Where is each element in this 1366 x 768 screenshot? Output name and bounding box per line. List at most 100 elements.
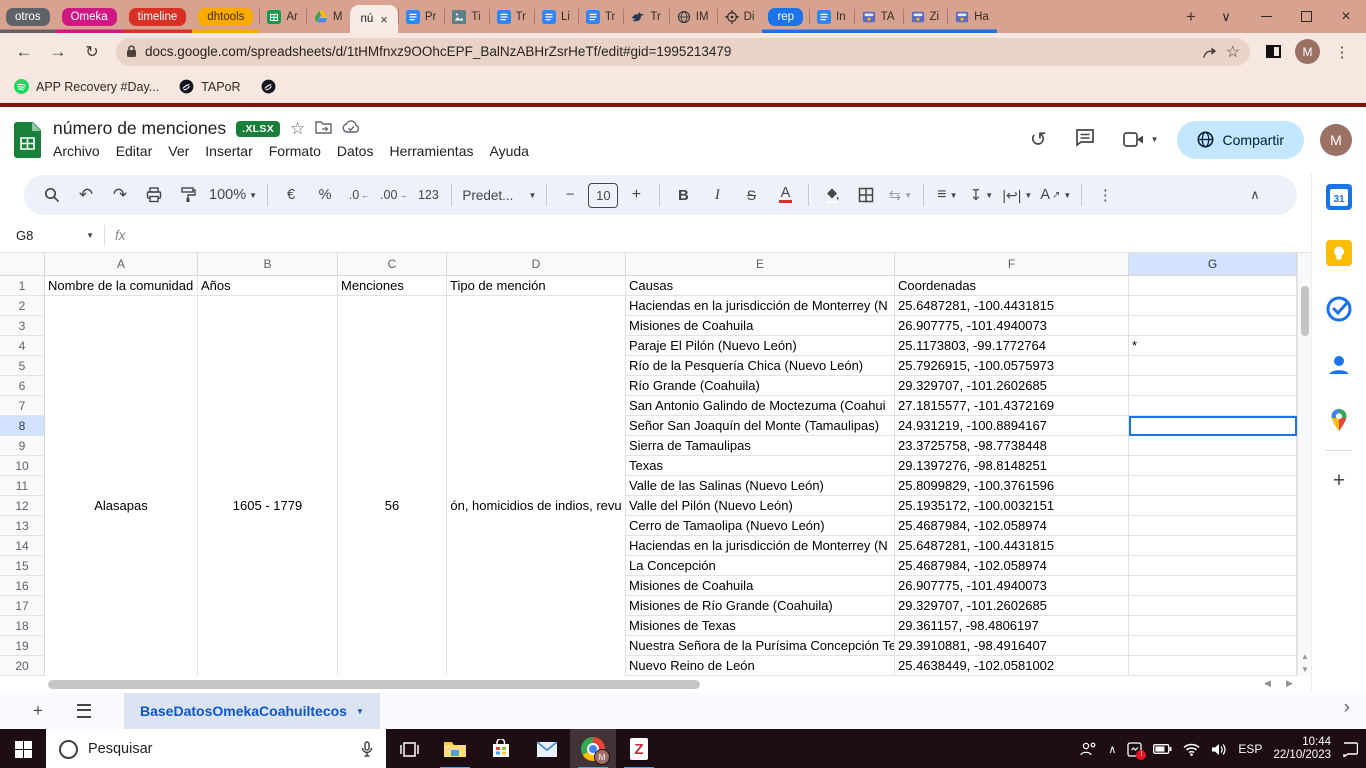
battery-icon[interactable] (1153, 744, 1172, 754)
browser-tab-16[interactable]: In (809, 0, 854, 33)
browser-tab-19[interactable]: Ha (947, 0, 997, 33)
cell-G7[interactable] (1129, 396, 1297, 416)
close-button[interactable]: × (1326, 0, 1366, 33)
cell-E2[interactable]: Haciendas en la jurisdicción de Monterre… (626, 296, 895, 316)
menu-formato[interactable]: Formato (261, 141, 329, 161)
tray-notification-icon[interactable]: ! (1127, 741, 1147, 760)
file-explorer-icon[interactable] (432, 729, 478, 768)
row-header-6[interactable]: 6 (0, 376, 45, 396)
vertical-scrollbar-thumb[interactable] (1301, 286, 1309, 336)
merged-cell-B[interactable]: 1605 - 1779 (198, 296, 338, 676)
horizontal-align-button[interactable]: ≡ ▼ (931, 181, 963, 209)
new-tab-button[interactable]: + (1176, 0, 1206, 33)
redo-icon[interactable]: ↷ (104, 181, 136, 209)
cell-F20[interactable]: 25.4638449, -102.0581002 (895, 656, 1129, 676)
reload-icon[interactable]: ↻ (76, 37, 108, 67)
fill-color-button[interactable] (816, 181, 848, 209)
merged-cell-C[interactable]: 56 (338, 296, 447, 676)
bookmark-item[interactable]: TAPoR (179, 79, 241, 94)
bookmark-star-icon[interactable]: ☆ (1226, 42, 1240, 62)
browser-tab-13[interactable]: IM (668, 0, 717, 33)
browser-tab-14[interactable]: Di (716, 0, 763, 33)
scroll-up-icon[interactable]: ▲ (1298, 650, 1312, 663)
cell-G11[interactable] (1129, 476, 1297, 496)
cell-G19[interactable] (1129, 636, 1297, 656)
document-title[interactable]: número de menciones (53, 118, 226, 139)
mic-icon[interactable] (361, 740, 373, 758)
collapse-toolbar-icon[interactable]: ∧ (1239, 181, 1271, 209)
keep-icon[interactable] (1326, 240, 1352, 266)
col-header-B[interactable]: B (198, 253, 338, 276)
history-icon[interactable]: ↺ (1030, 127, 1047, 152)
cell-A1[interactable]: Nombre de la comunidad (45, 276, 198, 296)
row-header-20[interactable]: 20 (0, 656, 45, 676)
name-box[interactable]: G8 ▼ (0, 228, 94, 243)
cell-G3[interactable] (1129, 316, 1297, 336)
tab-group-chip-dhtools[interactable]: dhtools (198, 7, 254, 26)
volume-icon[interactable] (1211, 743, 1227, 756)
undo-icon[interactable]: ↶ (70, 181, 102, 209)
tasks-icon[interactable] (1326, 296, 1352, 322)
cell-E16[interactable]: Misiones de Coahuila (626, 576, 895, 596)
font-size-input[interactable]: 10 (588, 182, 619, 208)
tab-group-chip-timeline[interactable]: timeline (128, 7, 187, 26)
cell-F5[interactable]: 25.7926915, -100.0575973 (895, 356, 1129, 376)
cell-G12[interactable] (1129, 496, 1297, 516)
scroll-left-icon[interactable]: ◀ (1264, 678, 1271, 689)
chrome-icon[interactable]: M (570, 729, 616, 768)
cell-G18[interactable] (1129, 616, 1297, 636)
row-header-11[interactable]: 11 (0, 476, 45, 496)
cell-E14[interactable]: Haciendas en la jurisdicción de Monterre… (626, 536, 895, 556)
more-options-icon[interactable]: ⋮ (1089, 181, 1121, 209)
calendar-icon[interactable]: 31 (1326, 184, 1352, 210)
row-header-18[interactable]: 18 (0, 616, 45, 636)
grid-canvas[interactable]: A B C D E F G 1 Nombre de la comunidad A… (0, 253, 1311, 676)
menu-ver[interactable]: Ver (160, 141, 197, 161)
all-sheets-icon[interactable] (72, 704, 96, 718)
row-header-15[interactable]: 15 (0, 556, 45, 576)
row-header-19[interactable]: 19 (0, 636, 45, 656)
tab-search-icon[interactable]: ∨ (1206, 0, 1246, 33)
video-call-icon[interactable]: ▼ (1122, 132, 1159, 147)
contacts-icon[interactable] (1326, 352, 1352, 378)
share-button[interactable]: Compartir (1176, 120, 1304, 159)
cell-F3[interactable]: 26.907775, -101.4940073 (895, 316, 1129, 336)
col-header-G[interactable]: G (1129, 253, 1297, 276)
cell-E5[interactable]: Río de la Pesquería Chica (Nuevo León) (626, 356, 895, 376)
cell-G10[interactable] (1129, 456, 1297, 476)
cell-G9[interactable] (1129, 436, 1297, 456)
increase-font-button[interactable]: + (620, 181, 652, 209)
star-icon[interactable]: ☆ (290, 119, 305, 139)
col-header-F[interactable]: F (895, 253, 1129, 276)
start-button[interactable] (0, 729, 46, 768)
cell-F10[interactable]: 29.1397276, -98.8148251 (895, 456, 1129, 476)
cell-F12[interactable]: 25.1935172, -100.0032151 (895, 496, 1129, 516)
browser-tab-11[interactable]: Tr (577, 0, 623, 33)
tab-group-chip-otros[interactable]: otros (6, 7, 50, 26)
cell-F7[interactable]: 27.1815577, -101.4372169 (895, 396, 1129, 416)
menu-archivo[interactable]: Archivo (45, 141, 108, 161)
row-header-5[interactable]: 5 (0, 356, 45, 376)
cell-F9[interactable]: 23.3725758, -98.7738448 (895, 436, 1129, 456)
cell-G17[interactable] (1129, 596, 1297, 616)
maps-icon[interactable] (1327, 408, 1351, 432)
cell-E4[interactable]: Paraje El Pilón (Nuevo León) (626, 336, 895, 356)
cell-F16[interactable]: 26.907775, -101.4940073 (895, 576, 1129, 596)
browser-tab-8[interactable]: Ti (444, 0, 488, 33)
row-header-10[interactable]: 10 (0, 456, 45, 476)
row-header-16[interactable]: 16 (0, 576, 45, 596)
cell-E20[interactable]: Nuevo Reino de León (626, 656, 895, 676)
text-wrap-button[interactable]: |↩| ▼ (999, 181, 1035, 209)
browser-tab-18[interactable]: Zi (902, 0, 948, 33)
share-icon[interactable] (1202, 45, 1218, 59)
vertical-align-button[interactable]: ↧ ▼ (965, 181, 997, 209)
taskbar-search-input[interactable]: Pesquisar (46, 729, 386, 768)
text-rotation-button[interactable]: A ↗ ▼ (1037, 181, 1074, 209)
selected-cell-G8[interactable] (1129, 416, 1297, 436)
bookmark-item[interactable] (261, 79, 276, 94)
wifi-icon[interactable] (1183, 743, 1200, 756)
menu-herramientas[interactable]: Herramientas (381, 141, 481, 161)
browser-tab-4[interactable]: Ar (259, 0, 306, 33)
cell-E3[interactable]: Misiones de Coahuila (626, 316, 895, 336)
cell-F1[interactable]: Coordenadas (895, 276, 1129, 296)
